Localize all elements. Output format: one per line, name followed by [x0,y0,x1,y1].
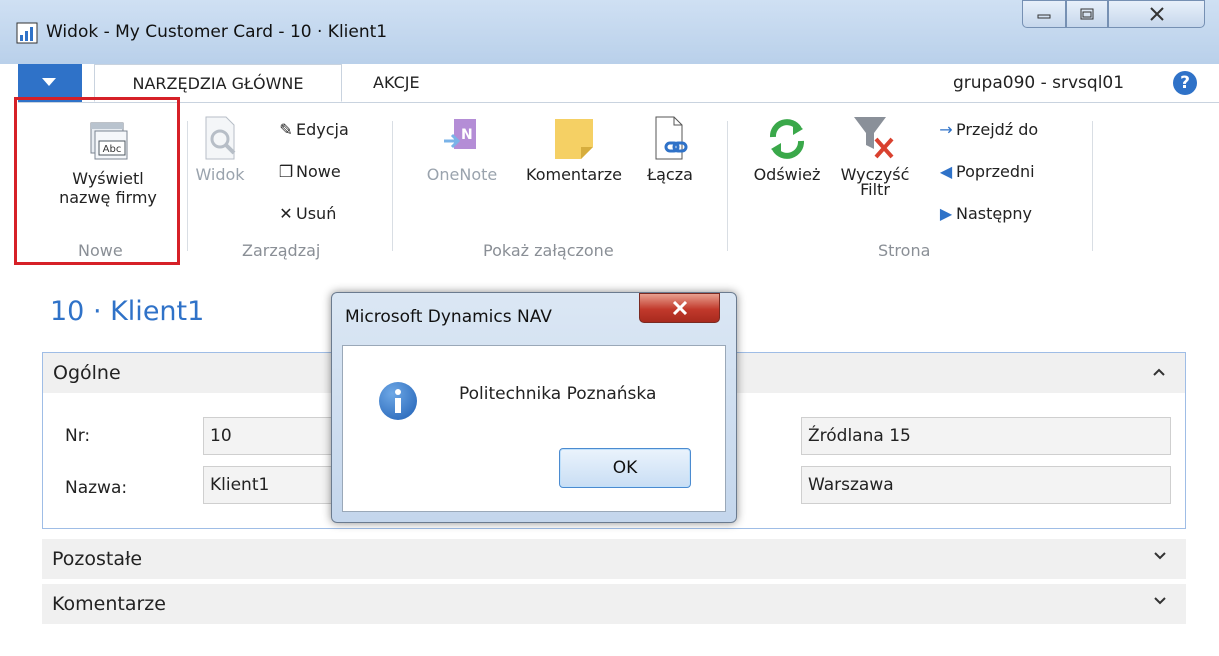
group-separator [392,121,393,251]
ok-button[interactable]: OK [559,448,691,488]
close-icon [1149,7,1164,21]
group-label-attachments: Pokaż załączone [483,241,614,260]
fasttab-comments-label: Komentarze [52,593,166,615]
window-title: Widok - My Customer Card - 10 · Klient1 [46,22,388,42]
links-label: Łącza [647,165,693,184]
no-label: Nr: [65,426,91,446]
group-separator [1092,121,1093,251]
dialog-body: Politechnika Poznańska OK [342,345,726,512]
edit-label: Edycja [296,120,349,139]
view-icon [205,116,236,160]
ribbon-tab-strip: NARZĘDZIA GŁÓWNE AKCJE grupa090 - srvsql… [18,64,1219,103]
clear-filter-icon [854,117,894,159]
fasttab-other[interactable]: Pozostałe [42,539,1186,579]
next-label: Następny [956,204,1032,223]
name-field[interactable]: Klient1 [203,466,333,504]
user-server-info: grupa090 - srvsql01 [953,73,1125,93]
triangle-left-icon: ◀ [939,162,953,181]
maximize-button[interactable] [1066,0,1108,28]
group-label-page: Strona [878,241,931,260]
pencil-icon: ✎ [279,120,293,139]
no-field[interactable]: 10 [203,417,333,455]
goto-label: Przejdź do [956,120,1039,139]
delete-button[interactable]: ✕ Usuń [276,203,336,225]
previous-button[interactable]: ◀ Poprzedni [936,161,1035,183]
group-label-manage: Zarządzaj [242,241,321,260]
new-document-icon: ❒ [278,162,294,181]
sticky-note-icon [555,119,593,159]
dialog-title: Microsoft Dynamics NAV [345,307,552,327]
dialog-message: Politechnika Poznańska [459,384,657,404]
city-field[interactable]: Warszawa [801,466,1171,504]
triangle-right-icon: ▶ [939,204,953,223]
minimize-icon [1037,14,1051,19]
fasttab-other-label: Pozostałe [52,548,143,570]
onenote-button[interactable]: N OneNote [410,115,514,184]
address-field[interactable]: Źródlana 15 [801,417,1171,455]
refresh-label: Odśwież [753,165,821,184]
links-button[interactable]: Łącza [634,115,706,184]
chevron-up-icon [1153,368,1165,376]
goto-button[interactable]: → Przejdź do [936,119,1038,141]
view-label: Widok [195,165,245,184]
new-button[interactable]: ❒ Nowe [276,161,341,183]
next-button[interactable]: ▶ Następny [936,203,1032,225]
dropdown-arrow-icon [42,78,56,86]
close-icon [672,301,687,315]
refresh-button[interactable]: Odśwież [742,115,832,184]
edit-button[interactable]: ✎ Edycja [276,119,349,141]
fasttab-comments[interactable]: Komentarze [42,584,1186,624]
dialog-close-button[interactable] [639,293,720,323]
group-separator [727,121,728,251]
window-controls [1022,0,1205,30]
window-close-button[interactable] [1108,0,1205,28]
app-icon [16,22,38,44]
onenote-icon: N [444,119,476,149]
group-separator [187,121,188,251]
name-label: Nazwa: [65,478,128,498]
link-icon [655,116,688,160]
new-label: Nowe [296,162,341,181]
fasttab-general-label: Ogólne [53,362,121,384]
info-glyph [395,389,401,413]
tab-actions[interactable]: AKCJE [373,64,420,102]
help-icon[interactable]: ? [1173,71,1197,95]
delete-label: Usuń [296,204,337,223]
view-button[interactable]: Widok [194,115,246,184]
info-icon [379,382,417,420]
highlight-frame [14,97,180,265]
chevron-down-icon [1154,552,1166,560]
previous-label: Poprzedni [956,162,1035,181]
comments-label: Komentarze [526,165,622,184]
chevron-down-icon [1154,597,1166,605]
arrow-right-icon: → [939,120,953,139]
title-bar: Widok - My Customer Card - 10 · Klient1 [0,0,1219,64]
comments-button[interactable]: Komentarze [515,115,633,184]
ribbon: Abc Wyświetl nazwę firmy Nowe Widok ✎ Edy… [18,103,1201,268]
page-title: 10 · Klient1 [50,296,205,327]
maximize-icon [1080,8,1094,20]
message-dialog: Microsoft Dynamics NAV Politechnika Pozn… [331,292,737,523]
refresh-icon [770,119,804,159]
minimize-button[interactable] [1022,0,1066,28]
onenote-label: OneNote [426,165,498,184]
delete-x-icon: ✕ [279,204,293,223]
svg-text:N: N [461,127,473,143]
clear-filter-button[interactable]: Wyczyść Filtr [834,115,916,199]
